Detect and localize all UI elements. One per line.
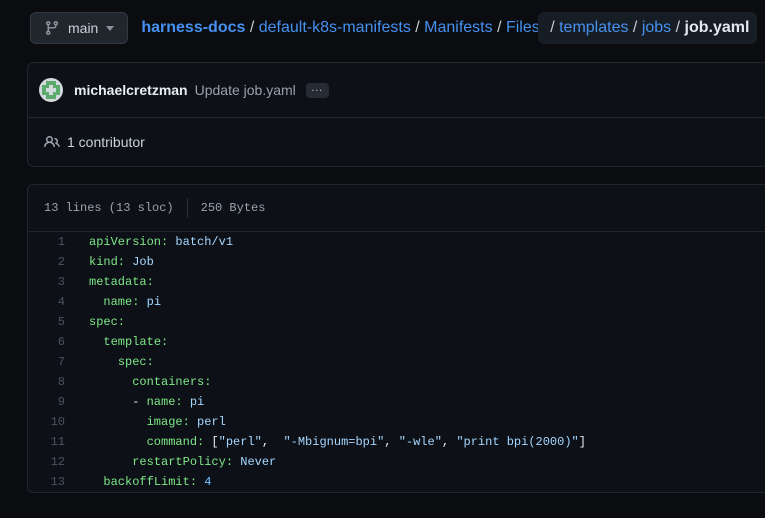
code-text: - name: pi	[89, 395, 204, 409]
breadcrumb-separator: /	[245, 19, 258, 37]
chevron-down-icon	[106, 26, 114, 31]
line-number[interactable]: 13	[28, 475, 65, 489]
code-line: 3 metadata:	[28, 272, 765, 292]
code-line: 4 name: pi	[28, 292, 765, 312]
code-text: spec:	[89, 315, 125, 329]
code-line: 6 template:	[28, 332, 765, 352]
line-number[interactable]: 1	[28, 235, 65, 249]
code-text: containers:	[89, 375, 211, 389]
commit-message-link[interactable]: Update job.yaml	[195, 82, 296, 98]
latest-commit-row: michaelcretzman Update job.yaml …	[28, 63, 765, 118]
github-blob-page: main harness-docs / default-k8s-manifest…	[0, 0, 765, 518]
code-text: command: ["perl", "-Mbignum=bpi", "-wle"…	[89, 435, 586, 449]
line-number[interactable]: 6	[28, 335, 65, 349]
code-line: 5 spec:	[28, 312, 765, 332]
line-number[interactable]: 5	[28, 315, 65, 329]
line-number[interactable]: 2	[28, 255, 65, 269]
code-text: restartPolicy: Never	[89, 455, 276, 469]
breadcrumb-highlight: / templates / jobs / job.yaml	[538, 12, 758, 44]
line-number[interactable]: 11	[28, 435, 65, 449]
avatar-cell	[56, 95, 60, 99]
code-line: 10 image: perl	[28, 412, 765, 432]
breadcrumb-link[interactable]: templates	[559, 19, 628, 37]
code-line: 13 backoffLimit: 4	[28, 472, 765, 492]
breadcrumb-separator: /	[493, 19, 506, 37]
git-branch-icon	[44, 20, 60, 36]
code-text: template:	[89, 335, 168, 349]
file-lines-info: 13 lines (13 sloc)	[44, 201, 174, 215]
commit-author-link[interactable]: michaelcretzman	[74, 82, 188, 98]
contributors-text[interactable]: 1 contributor	[67, 134, 145, 150]
line-number[interactable]: 10	[28, 415, 65, 429]
file-header: 13 lines (13 sloc) 250 Bytes	[28, 185, 765, 232]
code-text: apiVersion: batch/v1	[89, 235, 233, 249]
breadcrumb-link[interactable]: default-k8s-manifests	[259, 19, 411, 37]
code-text: kind: Job	[89, 255, 154, 269]
branch-name: main	[68, 20, 98, 36]
breadcrumb-link[interactable]: jobs	[642, 19, 671, 37]
code-text: spec:	[89, 355, 154, 369]
file-size: 250 Bytes	[201, 201, 266, 215]
header-divider	[187, 198, 188, 218]
code-line: 7 spec:	[28, 352, 765, 372]
code-line: 1 apiVersion: batch/v1	[28, 232, 765, 252]
breadcrumb-separator: /	[411, 19, 424, 37]
commit-box: michaelcretzman Update job.yaml … 1 cont…	[27, 62, 765, 167]
code-line: 2 kind: Job	[28, 252, 765, 272]
code-text: image: perl	[89, 415, 226, 429]
branch-selector-button[interactable]: main	[30, 12, 128, 44]
line-number[interactable]: 3	[28, 275, 65, 289]
breadcrumb-separator: /	[628, 19, 641, 37]
avatar[interactable]	[39, 78, 63, 102]
commit-details-button[interactable]: …	[306, 83, 329, 98]
file-navigation-bar: main harness-docs / default-k8s-manifest…	[0, 0, 765, 44]
code-line: 9 - name: pi	[28, 392, 765, 412]
breadcrumb-separator: /	[671, 19, 684, 37]
breadcrumb-link[interactable]: harness-docs	[141, 19, 245, 37]
line-number[interactable]: 4	[28, 295, 65, 309]
code-line: 12 restartPolicy: Never	[28, 452, 765, 472]
breadcrumb-separator: /	[546, 19, 559, 37]
line-number[interactable]: 7	[28, 355, 65, 369]
code-text: backoffLimit: 4	[89, 475, 211, 489]
breadcrumb-current: job.yaml	[685, 19, 750, 37]
code-line: 8 containers:	[28, 372, 765, 392]
breadcrumb: harness-docs / default-k8s-manifests / M…	[141, 12, 757, 44]
people-icon	[44, 134, 60, 150]
breadcrumb-link[interactable]: Manifests	[424, 19, 492, 37]
code-text: name: pi	[89, 295, 161, 309]
contributors-row: 1 contributor	[28, 118, 765, 166]
code-text: metadata:	[89, 275, 154, 289]
breadcrumb-link[interactable]: Files	[506, 19, 540, 37]
line-number[interactable]: 12	[28, 455, 65, 469]
line-number[interactable]: 9	[28, 395, 65, 409]
code-line: 11 command: ["perl", "-Mbignum=bpi", "-w…	[28, 432, 765, 452]
line-number[interactable]: 8	[28, 375, 65, 389]
code-viewer: 1 apiVersion: batch/v1 2 kind: Job 3 metadata…	[28, 232, 765, 492]
file-box: 13 lines (13 sloc) 250 Bytes 1 apiVersion…	[27, 184, 765, 493]
